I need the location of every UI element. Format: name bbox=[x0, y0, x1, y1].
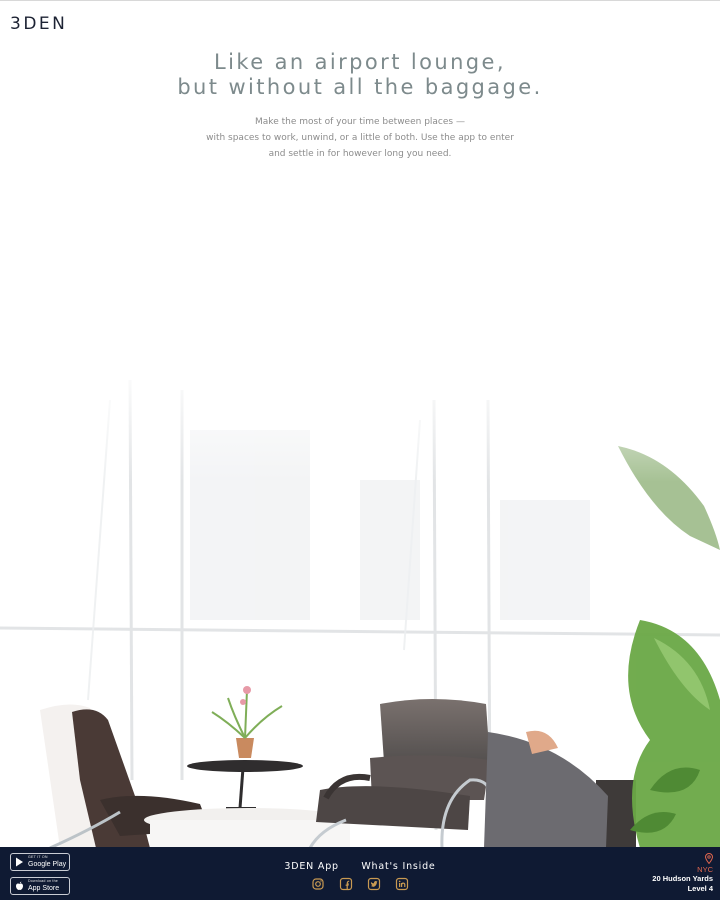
description-line-2: with spaces to work, unwind, or a little… bbox=[206, 133, 514, 143]
site-footer: GET IT ON Google Play Download on the Ap… bbox=[0, 847, 720, 900]
description-line-3: and settle in for however long you need. bbox=[268, 149, 452, 159]
headline-line-2: but without all the baggage. bbox=[177, 75, 543, 99]
location-block: NYC 20 Hudson Yards Level 4 bbox=[652, 853, 713, 894]
headline-line-1: Like an airport lounge, bbox=[214, 50, 506, 74]
description-line-1: Make the most of your time between place… bbox=[255, 117, 465, 127]
hero-headline: Like an airport lounge, but without all … bbox=[0, 50, 720, 100]
instagram-icon[interactable] bbox=[311, 877, 325, 891]
twitter-icon[interactable] bbox=[367, 877, 381, 891]
hero-description: Make the most of your time between place… bbox=[0, 114, 720, 162]
lounge-photo bbox=[0, 360, 720, 848]
top-divider bbox=[0, 0, 720, 1]
footer-nav: 3DEN App What's Inside bbox=[0, 856, 720, 874]
linkedin-icon[interactable] bbox=[395, 877, 409, 891]
location-city: NYC bbox=[697, 865, 713, 874]
location-pin-icon bbox=[705, 853, 713, 864]
facebook-icon[interactable] bbox=[339, 877, 353, 891]
brand-logo[interactable]: 3DEN bbox=[10, 14, 67, 34]
address-line-1: 20 Hudson Yards bbox=[652, 874, 713, 883]
address-line-2: Level 4 bbox=[687, 884, 713, 893]
hero-section: Like an airport lounge, but without all … bbox=[0, 50, 720, 162]
nav-link-whats-inside[interactable]: What's Inside bbox=[361, 861, 435, 872]
nav-link-3den-app[interactable]: 3DEN App bbox=[284, 861, 338, 872]
social-links bbox=[0, 877, 720, 891]
